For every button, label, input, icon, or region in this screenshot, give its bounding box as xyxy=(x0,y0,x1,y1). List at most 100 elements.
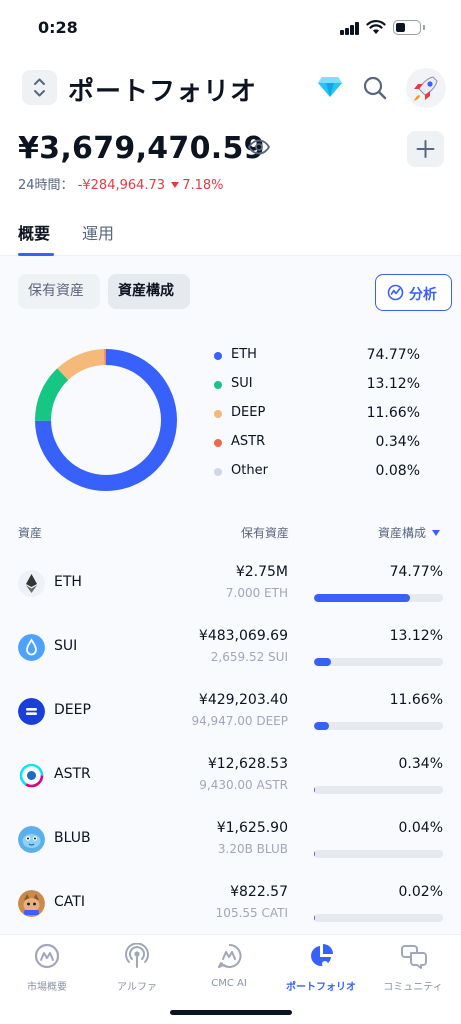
legend-dot-other xyxy=(214,468,222,476)
filter-allocation-chip[interactable]: 資産構成 xyxy=(108,274,190,309)
deep-icon xyxy=(18,698,45,725)
nav-label: CMC AI xyxy=(211,978,247,989)
broadcast-icon xyxy=(125,943,149,968)
asset-amount: 9,430.00 ASTR xyxy=(199,778,288,792)
asset-value: ¥12,628.53 xyxy=(207,756,288,772)
asset-allocation: 0.34% xyxy=(398,756,443,772)
allocation-bar xyxy=(314,594,443,602)
nav-markets[interactable]: 市場概要 xyxy=(2,941,92,993)
nav-alpha[interactable]: アルファ xyxy=(92,941,182,993)
allocation-bar-fill xyxy=(314,594,411,602)
asset-allocation: 0.02% xyxy=(398,884,443,900)
change-label: 24時間： xyxy=(18,178,74,193)
asset-value: ¥822.57 xyxy=(230,884,288,900)
plus-icon xyxy=(416,140,435,158)
legend-item: DEEP 11.66% xyxy=(212,404,427,433)
legend-dot-sui xyxy=(214,381,222,389)
nav-label: 市場概要 xyxy=(27,982,67,993)
asset-row-astr[interactable]: ASTR ¥12,628.53 9,430.00 ASTR 0.34% xyxy=(0,746,461,810)
legend-name: ASTR xyxy=(231,434,266,449)
eye-icon[interactable] xyxy=(248,139,270,155)
legend-item: Other 0.08% xyxy=(212,462,427,491)
legend-item: ETH 74.77% xyxy=(212,346,427,375)
legend-item: ASTR 0.34% xyxy=(212,433,427,462)
legend-name: ETH xyxy=(231,347,257,362)
analyze-button[interactable]: 分析 xyxy=(375,274,452,311)
nav-community[interactable]: コミュニティ xyxy=(368,941,458,993)
page-header: ポートフォリオ xyxy=(0,60,461,120)
allocation-bar-fill xyxy=(314,786,316,794)
asset-row-blub[interactable]: BLUB ¥1,625.90 3.20B BLUB 0.04% xyxy=(0,810,461,874)
allocation-bar-fill xyxy=(314,658,331,666)
allocation-bar xyxy=(314,722,443,730)
tab-overview[interactable]: 概要 xyxy=(18,220,50,244)
assets-table-header: 資産 保有資産 資産構成 xyxy=(0,524,461,544)
legend-name: Other xyxy=(231,463,268,478)
asset-row-eth[interactable]: ETH ¥2.75M 7.000 ETH 74.77% xyxy=(0,554,461,618)
asset-row-deep[interactable]: DEEP ¥429,203.40 94,947.00 DEEP 11.66% xyxy=(0,682,461,746)
asset-allocation: 13.12% xyxy=(389,628,443,644)
asset-allocation: 0.04% xyxy=(398,820,443,836)
nav-label: ポートフォリオ xyxy=(286,982,356,993)
allocation-donut-chart xyxy=(35,349,177,491)
add-transaction-button[interactable] xyxy=(407,131,444,167)
eth-icon xyxy=(18,570,45,597)
asset-amount: 2,659.52 SUI xyxy=(210,650,288,664)
allocation-bar xyxy=(314,850,443,858)
cati-icon xyxy=(18,890,45,917)
analyze-icon xyxy=(387,284,404,301)
search-icon[interactable] xyxy=(362,75,388,101)
asset-row-cati[interactable]: CATI ¥822.57 105.55 CATI 0.02% xyxy=(0,874,461,934)
asset-row-sui[interactable]: SUI ¥483,069.69 2,659.52 SUI 13.12% xyxy=(0,618,461,682)
change-value: -¥284,964.73 xyxy=(77,178,166,193)
asset-symbol: ASTR xyxy=(54,766,91,782)
column-allocation[interactable]: 資産構成 xyxy=(378,524,426,541)
asset-allocation: 74.77% xyxy=(389,564,443,580)
column-asset[interactable]: 資産 xyxy=(18,524,42,541)
legend-dot-eth xyxy=(214,352,222,360)
allocation-bar xyxy=(314,914,443,922)
portfolio-switch-button[interactable] xyxy=(22,70,57,105)
legend-dot-astr xyxy=(214,439,222,447)
page-title: ポートフォリオ xyxy=(68,77,258,107)
legend-name: DEEP xyxy=(231,405,266,420)
allocation-legend: ETH 74.77% SUI 13.12% DEEP 11.66% ASTR 0… xyxy=(212,346,427,491)
bottom-nav: 市場概要 アルファ CMC AI ポートフォリオ コミュニティ xyxy=(0,934,461,1024)
filter-holdings-chip[interactable]: 保有資産 xyxy=(18,274,100,309)
home-indicator xyxy=(170,1010,292,1015)
signal-icon xyxy=(340,22,360,35)
rocket-icon xyxy=(414,76,438,101)
legend-name: SUI xyxy=(231,376,253,391)
asset-amount: 7.000 ETH xyxy=(225,586,288,600)
legend-pct: 13.12% xyxy=(366,376,420,392)
sort-desc-icon[interactable] xyxy=(432,530,440,536)
asset-symbol: ETH xyxy=(54,574,82,590)
nav-label: コミュニティ xyxy=(383,982,443,993)
avatar[interactable] xyxy=(406,68,446,108)
nav-cmc-ai[interactable]: CMC AI xyxy=(184,941,274,991)
battery-icon xyxy=(393,20,425,35)
chevron-updown-icon xyxy=(34,78,45,97)
tab-bar: 概要 運用 xyxy=(0,214,461,256)
asset-amount: 105.55 CATI xyxy=(215,906,288,920)
tab-earn[interactable]: 運用 xyxy=(82,220,114,244)
column-holdings[interactable]: 保有資産 xyxy=(241,524,289,541)
asset-symbol: BLUB xyxy=(54,830,91,846)
astr-icon xyxy=(18,762,45,789)
analyze-label: 分析 xyxy=(409,287,437,303)
legend-pct: 74.77% xyxy=(366,347,420,363)
pie-chart-icon xyxy=(311,944,333,967)
legend-item: SUI 13.12% xyxy=(212,375,427,404)
nav-portfolio[interactable]: ポートフォリオ xyxy=(276,941,366,993)
blub-icon xyxy=(18,826,45,853)
asset-allocation: 11.66% xyxy=(389,692,443,708)
asset-symbol: SUI xyxy=(54,638,78,654)
asset-value: ¥1,625.90 xyxy=(216,820,288,836)
asset-symbol: DEEP xyxy=(54,702,91,718)
chat-bubbles-icon xyxy=(401,945,427,969)
diamond-icon[interactable] xyxy=(317,76,343,98)
cmc-logo-icon xyxy=(34,943,60,969)
change-percent: 7.18% xyxy=(182,178,224,193)
asset-amount: 3.20B BLUB xyxy=(217,842,288,856)
sui-icon xyxy=(18,634,45,661)
